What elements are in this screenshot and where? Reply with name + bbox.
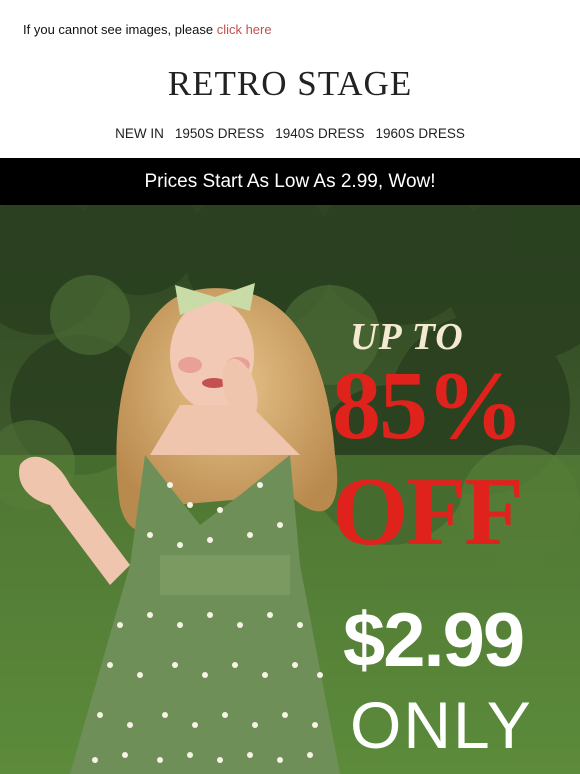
hero-banner[interactable]: UP TO 85% OFF $2.99 ONLY: [0, 205, 580, 774]
brand-logo[interactable]: RETRO STAGE: [0, 64, 580, 104]
preheader: If you cannot see images, please click h…: [23, 22, 272, 37]
hero-price: $2.99: [343, 598, 525, 683]
hero-discount-percent: 85%: [332, 352, 524, 460]
nav-item-new-in[interactable]: NEW IN: [115, 126, 164, 141]
promo-banner-text: Prices Start As Low As 2.99, Wow!: [144, 170, 436, 192]
hero-only-text: ONLY: [350, 688, 533, 762]
preheader-text: If you cannot see images, please: [23, 22, 214, 37]
hero-off-text: OFF: [332, 458, 524, 566]
nav-item-1950s-dress[interactable]: 1950S DRESS: [175, 126, 264, 141]
main-nav: NEW IN 1950S DRESS 1940S DRESS 1960S DRE…: [0, 126, 580, 141]
nav-item-1940s-dress[interactable]: 1940S DRESS: [275, 126, 364, 141]
click-here-link[interactable]: click here: [217, 22, 272, 37]
nav-item-1960s-dress[interactable]: 1960S DRESS: [376, 126, 465, 141]
promo-banner[interactable]: Prices Start As Low As 2.99, Wow!: [0, 158, 580, 205]
